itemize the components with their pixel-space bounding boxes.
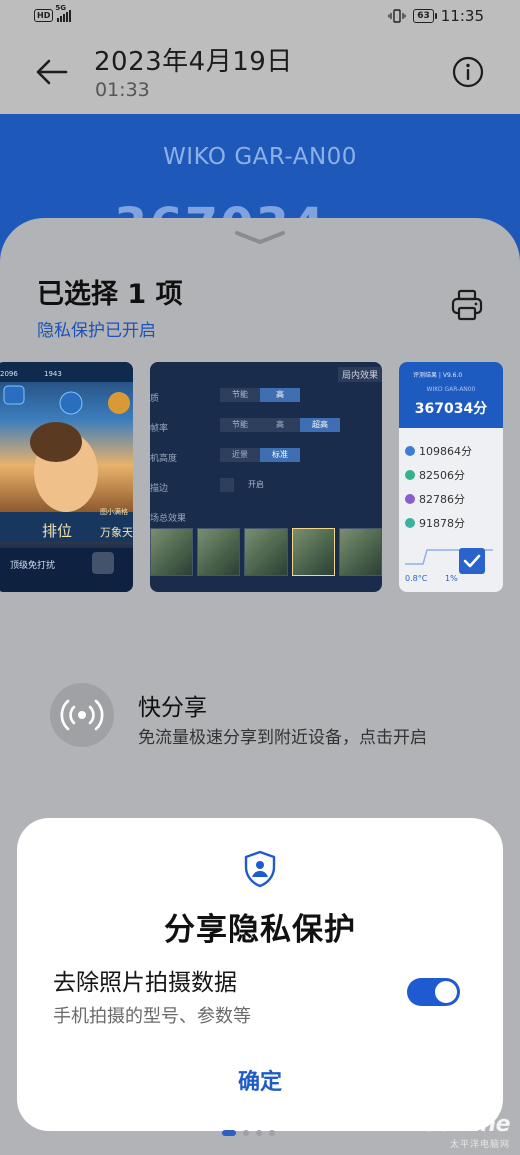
signal-icon: 5G [55,4,72,22]
privacy-status-link[interactable]: 隐私保护已开启 [37,316,156,341]
photo-time: 01:33 [95,79,150,101]
confirm-button[interactable]: 确定 [17,1064,503,1096]
benchmark-score: 367034分 [414,401,488,417]
quick-share-icon[interactable] [50,683,114,747]
remove-exif-option-description: 手机拍摄的型号、参数等 [53,1006,251,1027]
quick-share-title[interactable]: 快分享 [138,688,207,722]
battery-icon: 63 [413,9,437,23]
page-indicator [222,1130,275,1136]
settings-section-label: 场总效果 [150,514,187,524]
game-map-label: 图小满格 [100,507,128,516]
settings-effect-strip [150,528,382,576]
hd-badge: HD [34,8,54,22]
status-right: 63 11:35 [388,7,484,25]
status-left: HD 5G [34,4,72,22]
network-type: 5G [55,4,66,12]
game-number-1: 2096 [0,370,18,378]
dialog-title: 分享隐私保护 [164,912,356,948]
print-icon[interactable] [450,288,484,322]
sheet-collapse-handle-icon[interactable] [233,229,287,245]
photo-device-name: WIKO GAR-AN00 [163,144,357,170]
privacy-shield-icon [244,850,276,888]
benchmark-header: 评测结果 | V9.6.0 WIKO GAR-AN00 367034分 [399,362,503,428]
effect-option [244,528,288,576]
vibrate-icon [388,9,406,23]
status-bar: HD 5G 63 11:35 [0,0,520,34]
settings-row-camera-height: 机高度 近景 标准 [150,448,382,466]
game-mode-label: 万象天 [100,526,133,539]
effect-option-selected [291,528,335,576]
remove-exif-toggle[interactable] [407,978,460,1006]
selection-count-title: 已选择 1 项 [37,279,183,310]
thumbnail-graphics-settings[interactable]: 局内效果 质 节能 高 帧率 节能 高 超高 机高度 近景 标准 描边 开启 场… [150,362,382,592]
effect-option [197,528,241,576]
remove-exif-option-title: 去除照片拍摄数据 [53,970,237,996]
game-dnd-label: 顶级免打扰 [10,559,55,571]
selected-check-icon[interactable] [459,548,485,574]
settings-row-quality: 质 节能 高 [150,388,382,406]
game-number-2: 1943 [44,370,62,378]
info-icon[interactable] [452,56,484,88]
benchmark-subscore: 82786分 [405,490,497,508]
settings-row-framerate: 帧率 节能 高 超高 [150,418,382,436]
settings-badge: 局内效果 [337,367,382,382]
photo-header: 2023年4月19日 01:33 [0,34,520,114]
effect-option [338,528,382,576]
quick-share-description[interactable]: 免流量极速分享到附近设备，点击开启 [138,723,427,748]
benchmark-subscore: 91878分 [405,514,497,532]
game-rank-label: 排位 [42,522,72,540]
toggle-knob [435,981,457,1003]
back-arrow-icon[interactable] [34,56,70,88]
share-privacy-dialog: 分享隐私保护 去除照片拍摄数据 手机拍摄的型号、参数等 确定 [17,818,503,1131]
thumbnail-game-screenshot[interactable]: 2096 1943 排位 万象天 图小满格 顶级免打扰 [0,362,133,592]
clock: 11:35 [440,7,484,25]
settings-row-outline: 描边 开启 [150,478,264,494]
thumbnail-benchmark-result[interactable]: 评测结果 | V9.6.0 WIKO GAR-AN00 367034分 1098… [399,362,503,592]
benchmark-subscore: 109864分 [405,442,497,460]
benchmark-subscore: 82506分 [405,466,497,484]
photo-date: 2023年4月19日 [94,47,293,77]
effect-option [150,528,194,576]
pconline-watermark: PConline 太平洋电脑网 [405,1112,510,1150]
game-art: 2096 1943 排位 万象天 图小满格 顶级免打扰 [0,362,133,592]
